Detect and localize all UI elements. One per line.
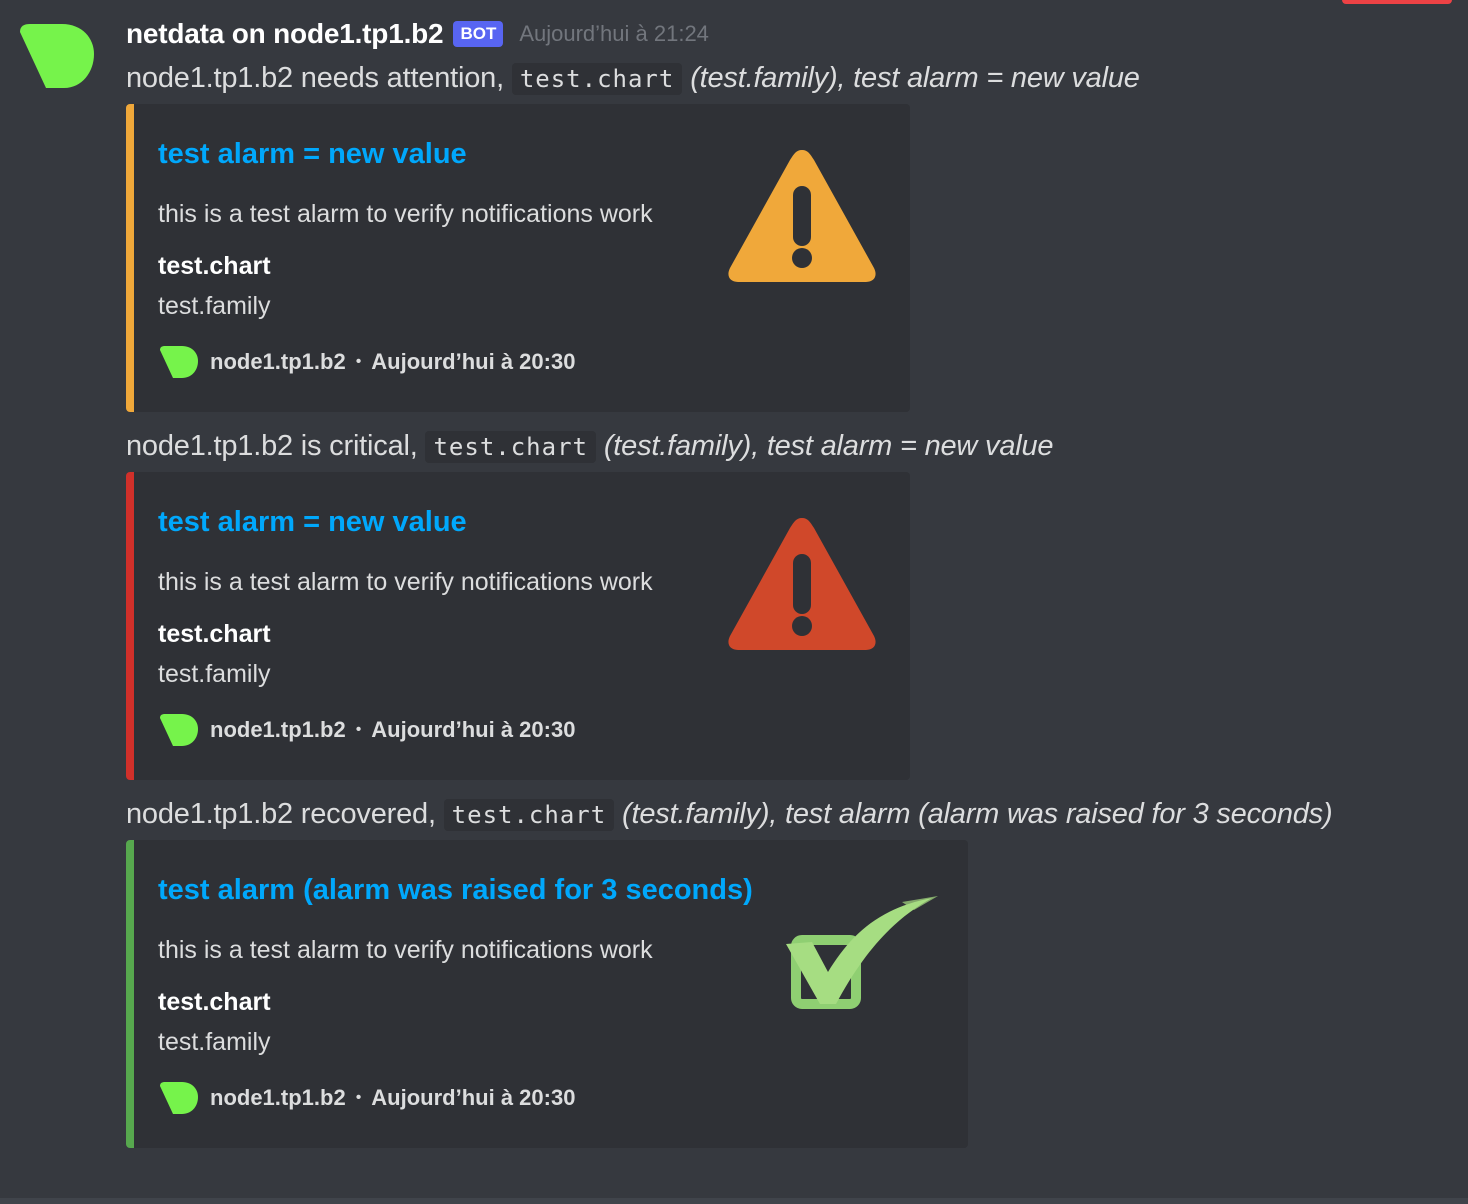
alarm-embed: test alarm (alarm was raised for 3 secon… [126,840,968,1148]
warning-triangle-icon[interactable] [724,144,880,288]
embed-field-value: test.family [158,1028,271,1056]
line-family: (test.family), [690,62,846,94]
embed-footer: node1.tp1.b2 • Aujourd’hui à 20:30 [158,1078,575,1118]
inline-code: test.chart [443,799,615,831]
footer-separator: • [355,353,362,370]
embed-field-value: test.family [158,292,271,320]
top-red-tab [1342,0,1452,4]
embed-field-name: test.chart [158,620,271,648]
embed-description: this is a test alarm to verify notificat… [158,200,653,228]
line-alarm: test alarm (alarm was raised for 3 secon… [785,798,1333,830]
line-prefix: node1.tp1.b2 is critical, [126,430,418,462]
footer-time: Aujourd’hui à 20:30 [371,349,576,374]
inline-code: test.chart [511,63,683,95]
line-alarm: test alarm = new value [766,430,1054,462]
notification-line: node1.tp1.b2 needs attention, test.chart… [126,58,1140,99]
netdata-avatar-icon[interactable] [18,18,98,90]
critical-triangle-icon[interactable] [724,512,880,656]
footer-time: Aujourd’hui à 20:30 [371,1085,576,1110]
username[interactable]: netdata on node1.tp1.b2 [126,18,444,50]
embed-footer: node1.tp1.b2 • Aujourd’hui à 20:30 [158,342,575,382]
embed-footer: node1.tp1.b2 • Aujourd’hui à 20:30 [158,710,575,750]
alarm-embed: test alarm = new value this is a test al… [126,104,910,412]
line-family: (test.family), [603,430,759,462]
footer-host: node1.tp1.b2 [210,349,346,374]
line-prefix: node1.tp1.b2 needs attention, [126,62,504,94]
line-alarm: test alarm = new value [853,62,1140,94]
embed-description: this is a test alarm to verify notificat… [158,568,653,596]
netdata-footer-icon [160,1082,198,1114]
footer-separator: • [355,721,362,738]
line-prefix: node1.tp1.b2 recovered, [126,798,436,830]
footer-separator: • [355,1089,362,1106]
bottom-divider [0,1198,1468,1204]
netdata-footer-icon [160,714,198,746]
embed-field-name: test.chart [158,988,271,1016]
embed-description: this is a test alarm to verify notificat… [158,936,653,964]
alarm-embed: test alarm = new value this is a test al… [126,472,910,780]
embed-field-value: test.family [158,660,271,688]
bot-tag: BOT [453,21,504,47]
notification-line: node1.tp1.b2 recovered, test.chart (test… [126,794,1333,835]
embed-field-name: test.chart [158,252,271,280]
footer-time: Aujourd’hui à 20:30 [371,717,576,742]
embed-title[interactable]: test alarm = new value [158,138,467,171]
embed-title[interactable]: test alarm = new value [158,506,467,539]
check-icon[interactable] [782,892,942,1016]
embed-title[interactable]: test alarm (alarm was raised for 3 secon… [158,874,753,907]
line-family: (test.family), [622,798,778,830]
inline-code: test.chart [425,431,596,463]
footer-host: node1.tp1.b2 [210,717,346,742]
notification-line: node1.tp1.b2 is critical, test.chart (te… [126,426,1054,467]
netdata-footer-icon [160,346,198,378]
message-timestamp[interactable]: Aujourd’hui à 21:24 [519,21,709,47]
message-header: netdata on node1.tp1.b2 BOT Aujourd’hui … [126,14,709,54]
footer-host: node1.tp1.b2 [210,1085,346,1110]
